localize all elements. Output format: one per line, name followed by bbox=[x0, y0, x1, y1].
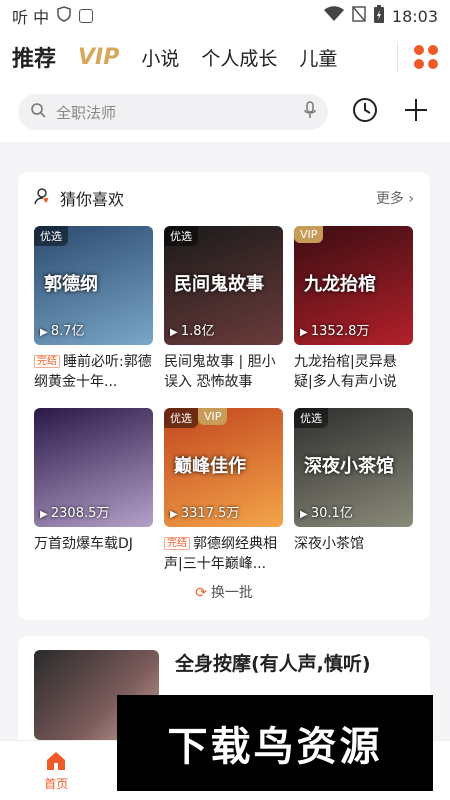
refresh-button[interactable]: ⟳ 换一批 bbox=[18, 582, 430, 602]
cover-art-text: 郭德纲 bbox=[44, 274, 98, 295]
play-count: ▶ 1352.8万 bbox=[300, 320, 369, 339]
play-count: ▶ 30.1亿 bbox=[300, 502, 353, 521]
top-nav: 推荐 VIP 小说 个人成长 儿童 bbox=[0, 32, 450, 85]
play-count-value: 30.1亿 bbox=[310, 506, 353, 521]
play-icon: ▶ bbox=[40, 509, 51, 520]
play-count-value: 8.7亿 bbox=[50, 324, 85, 339]
status-bar: 听 中 18:03 bbox=[0, 0, 450, 32]
album-item[interactable]: 九龙抬棺 VIP ▶ 1352.8万九龙抬棺|灵异悬疑|多人有声小说 bbox=[294, 226, 413, 392]
more-label: 更多 bbox=[375, 191, 404, 207]
album-item[interactable]: 深夜小茶馆 优选 ▶ 30.1亿 深夜小茶馆 bbox=[294, 408, 413, 574]
selection-badge: 优选 bbox=[164, 226, 198, 246]
add-icon[interactable] bbox=[404, 98, 428, 126]
play-count-value: 1352.8万 bbox=[310, 324, 370, 339]
album-item[interactable]: 民间鬼故事 优选 ▶ 1.8亿民间鬼故事 | 胆小误入 恐怖故事 bbox=[164, 226, 283, 392]
album-item[interactable]: 巅峰佳作 优选 VIP ▶ 3317.5万完结 郭德纲经典相声|三十年巅峰... bbox=[164, 408, 283, 574]
play-count: ▶ 2308.5万 bbox=[40, 502, 109, 521]
watermark-text: 下载鸟资源 bbox=[167, 724, 383, 770]
album-title: 深夜小茶馆 bbox=[294, 534, 413, 574]
status-time: 18:03 bbox=[391, 6, 438, 26]
refresh-icon: ⟳ bbox=[195, 585, 207, 601]
album-title: 民间鬼故事 | 胆小误入 恐怖故事 bbox=[164, 352, 283, 392]
selection-badge: 优选 bbox=[294, 408, 328, 428]
tab-children[interactable]: 儿童 bbox=[299, 44, 337, 71]
vip-badge: VIP bbox=[198, 408, 228, 425]
shield-icon bbox=[57, 6, 71, 26]
no-sim-icon bbox=[352, 6, 366, 26]
play-count: ▶ 1.8亿 bbox=[170, 320, 215, 339]
microphone-icon[interactable] bbox=[304, 101, 316, 123]
album-item[interactable]: 郭德纲 优选 ▶ 8.7亿完结 睡前必听:郭德纲黄金十年... bbox=[34, 226, 153, 392]
play-icon: ▶ bbox=[300, 509, 311, 520]
vip-badge: VIP bbox=[294, 226, 324, 243]
cover-art-text: 民间鬼故事 bbox=[174, 274, 264, 295]
home-icon bbox=[47, 751, 66, 770]
album-title-text: 九龙抬棺|灵异悬疑|多人有声小说 bbox=[294, 354, 397, 390]
selection-badge: 优选 bbox=[164, 408, 198, 428]
tab-recommend[interactable]: 推荐 bbox=[12, 41, 56, 85]
tab-novel[interactable]: 小说 bbox=[141, 44, 179, 71]
search-placeholder: 全职法师 bbox=[56, 103, 117, 122]
play-icon: ▶ bbox=[170, 509, 181, 520]
selection-badge: 优选 bbox=[34, 226, 68, 246]
album-cover: 郭德纲 优选 ▶ 8.7亿 bbox=[34, 226, 153, 345]
album-title-text: 民间鬼故事 | 胆小误入 恐怖故事 bbox=[164, 354, 276, 390]
play-count: ▶ 8.7亿 bbox=[40, 320, 85, 339]
cover-art-text: 九龙抬棺 bbox=[304, 274, 376, 295]
play-count-value: 2308.5万 bbox=[50, 506, 110, 521]
watermark-overlay: 下载鸟资源 bbox=[117, 695, 433, 791]
search-input[interactable]: 全职法师 bbox=[18, 94, 328, 130]
album-title: 完结 郭德纲经典相声|三十年巅峰... bbox=[164, 534, 283, 574]
refresh-label: 换一批 bbox=[210, 585, 253, 601]
nav-divider bbox=[397, 42, 398, 72]
play-count: ▶ 3317.5万 bbox=[170, 502, 239, 521]
cover-art-text: 深夜小茶馆 bbox=[304, 456, 394, 477]
album-cover: ▶ 2308.5万 bbox=[34, 408, 153, 527]
album-title: 万首劲爆车载DJ bbox=[34, 534, 153, 574]
finished-tag: 完结 bbox=[164, 537, 190, 550]
play-icon: ▶ bbox=[40, 327, 51, 338]
album-cover: 民间鬼故事 优选 ▶ 1.8亿 bbox=[164, 226, 283, 345]
history-clock-icon[interactable] bbox=[352, 97, 378, 127]
tab-personal-growth[interactable]: 个人成长 bbox=[201, 44, 277, 71]
album-title-text: 深夜小茶馆 bbox=[294, 536, 364, 552]
album-title: 完结 睡前必听:郭德纲黄金十年... bbox=[34, 352, 153, 392]
status-app-glyphs: 听 中 bbox=[12, 8, 50, 27]
album-title: 九龙抬棺|灵异悬疑|多人有声小说 bbox=[294, 352, 413, 392]
app-a-icon bbox=[79, 9, 94, 23]
card-title: 猜你喜欢 bbox=[60, 190, 125, 209]
guess-you-like-card: 猜你喜欢 更多 › 郭德纲 优选 ▶ 8.7亿 完结 睡前必听:郭德纲黄金十年... 民间… bbox=[18, 172, 430, 620]
play-icon: ▶ bbox=[170, 327, 181, 338]
search-icon bbox=[30, 102, 46, 122]
category-grid-icon[interactable] bbox=[414, 45, 438, 69]
battery-charging-icon bbox=[373, 5, 384, 27]
search-row: 全职法师 bbox=[0, 82, 450, 142]
cover-art-text: 巅峰佳作 bbox=[174, 456, 246, 477]
user-heart-icon bbox=[34, 187, 52, 209]
more-link[interactable]: 更多 › bbox=[376, 188, 414, 208]
album-cover: 深夜小茶馆 优选 ▶ 30.1亿 bbox=[294, 408, 413, 527]
album-item[interactable]: ▶ 2308.5万万首劲爆车载DJ bbox=[34, 408, 153, 574]
finished-tag: 完结 bbox=[34, 355, 60, 368]
bottom-nav-home-label: 首页 bbox=[44, 776, 69, 791]
bottom-nav-home[interactable]: 首页 bbox=[0, 750, 113, 792]
wifi-icon bbox=[323, 6, 344, 26]
album-cover: 巅峰佳作 优选 VIP ▶ 3317.5万 bbox=[164, 408, 283, 527]
album-title-text: 万首劲爆车载DJ bbox=[34, 536, 133, 552]
play-icon: ▶ bbox=[300, 327, 311, 338]
album-grid: 郭德纲 优选 ▶ 8.7亿 完结 睡前必听:郭德纲黄金十年... 民间鬼故事 优选 ▶ 1.8… bbox=[34, 226, 414, 574]
tab-vip[interactable]: VIP bbox=[78, 45, 119, 70]
play-count-value: 3317.5万 bbox=[180, 506, 240, 521]
play-count-value: 1.8亿 bbox=[180, 324, 215, 339]
album-cover: 九龙抬棺 VIP ▶ 1352.8万 bbox=[294, 226, 413, 345]
